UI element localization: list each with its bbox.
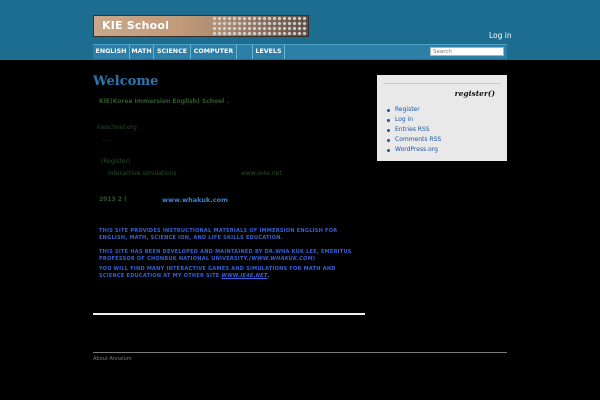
- register-text: (Register): [101, 158, 131, 165]
- footer-text: About Annalum: [93, 356, 132, 362]
- dash-text: - -: [103, 137, 110, 144]
- sidebar-title: register(): [454, 89, 495, 98]
- search-input[interactable]: [430, 47, 504, 56]
- nav-item-math[interactable]: MATH: [130, 45, 154, 59]
- nav-item-levels[interactable]: LEVELS: [253, 45, 285, 59]
- other-site-text: You will find many interactive games and…: [99, 266, 336, 279]
- nav-item-computer[interactable]: COMPUTER: [191, 45, 237, 59]
- about-paragraph: This site provides instructional materia…: [99, 228, 338, 241]
- page-title: Welcome: [93, 74, 159, 89]
- sidebar-widget: register() Register Log in Entries RSS C…: [377, 75, 507, 161]
- sidebar-list: Register Log in Entries RSS Comments RSS…: [386, 105, 441, 155]
- sidebar-item-login[interactable]: Log in: [386, 115, 441, 125]
- footer-divider: [93, 352, 507, 353]
- whakuk-link[interactable]: www.whakuk.com: [162, 196, 228, 204]
- other-site-suffix: .: [267, 273, 270, 279]
- sidebar-divider: [383, 83, 501, 84]
- other-site-paragraph: You will find many interactive games and…: [99, 266, 359, 280]
- sidebar-item-register[interactable]: Register: [386, 105, 441, 115]
- login-link[interactable]: Log in: [489, 31, 512, 40]
- ie4e-link[interactable]: www.ie4e.net: [221, 273, 267, 279]
- site-logo[interactable]: KIE School: [93, 15, 309, 37]
- intro-title: KIE(Korea Immersion English) School .: [99, 98, 229, 105]
- nav-item-blank[interactable]: [237, 45, 253, 59]
- sidebar-item-entries-rss[interactable]: Entries RSS: [386, 125, 441, 135]
- sidebar-item-comments-rss[interactable]: Comments RSS: [386, 135, 441, 145]
- sidebar-item-wordpress[interactable]: WordPress.org: [386, 145, 441, 155]
- author-paragraph: This site has been developed and maintai…: [99, 249, 359, 263]
- year-text: 2013 2 (: [99, 196, 127, 203]
- content-divider: [93, 313, 365, 315]
- nav-item-science[interactable]: SCIENCE: [154, 45, 191, 59]
- logo-text: KIE School: [102, 19, 170, 32]
- site-url-text: kieschool.org: [97, 124, 137, 131]
- logo-pattern-icon: [212, 16, 308, 36]
- ie4e-text: www.ie4e.net: [241, 170, 282, 177]
- nav-item-english[interactable]: ENGLISH: [93, 45, 130, 59]
- author-site-text: (www.whakuk.com): [248, 256, 316, 262]
- interactive-simulations-text: Interactive simulations: [108, 170, 177, 177]
